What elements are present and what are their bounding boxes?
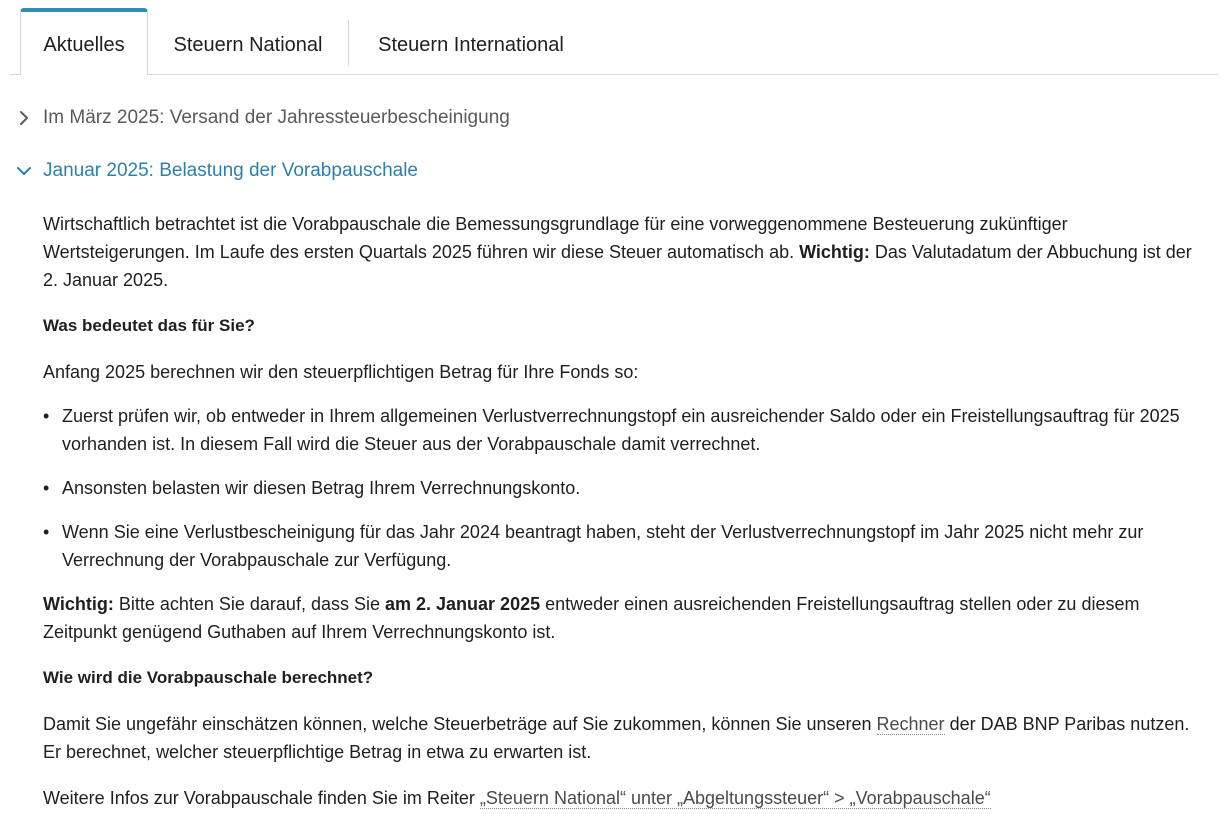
list-item: • Ansonsten belasten wir diesen Betrag Ih… [43,474,1193,502]
accordion-header-jahressteuerbescheinigung[interactable]: Im März 2025: Versand der Jahressteuerbe… [16,105,510,131]
section-heading: Wie wird die Vorabpauschale berechnet? [43,668,374,687]
section-heading: Was bedeutet das für Sie? [43,316,255,335]
important-note: Wichtig: Bitte achten Sie darauf, dass S… [43,594,1140,642]
accordion-panel-vorabpauschale: Wirtschaftlich betrachtet ist die Vorabp… [43,210,1193,812]
list-item: • Zuerst prüfen wir, ob entweder in Ihrem… [43,402,1193,458]
paragraph: Weitere Infos zur Vorabpauschale finden … [43,788,991,809]
paragraph: Anfang 2025 berechnen wir den steuerpfli… [43,362,639,382]
accordion-title: Im März 2025: Versand der Jahressteuerbe… [43,107,510,128]
tab-label: Steuern International [378,33,564,56]
accordion-header-vorabpauschale[interactable]: Januar 2025: Belastung der Vorabpauschal… [16,158,418,184]
bullet-icon: • [43,406,50,426]
bullet-icon: • [43,522,50,542]
steuern-national-link[interactable]: „Steuern National“ unter „Abgeltungssteu… [479,788,991,809]
tab-label: Steuern National [173,33,323,56]
paragraph: Damit Sie ungefähr einschätzen können, w… [43,714,1190,762]
rechner-link[interactable]: Rechner [876,714,945,735]
bullet-icon: • [43,478,50,498]
intro-paragraph: Wirtschaftlich betrachtet ist die Vorabp… [43,214,1192,290]
tab-steuern-national[interactable]: Steuern National [148,8,348,74]
chevron-down-icon [16,163,32,179]
tab-steuern-international[interactable]: Steuern International [348,8,594,74]
list-item: • Wenn Sie eine Verlustbescheinigung für … [43,518,1193,574]
tab-label: Aktuelles [43,34,125,56]
tab-bar: Aktuelles Steuern National Steuern Inter… [10,8,1218,75]
accordion-title: Januar 2025: Belastung der Vorabpauschal… [43,160,418,181]
bullet-list: • Zuerst prüfen wir, ob entweder in Ihrem… [43,402,1193,574]
tab-aktuelles[interactable]: Aktuelles [20,8,148,75]
chevron-right-icon [16,110,32,126]
